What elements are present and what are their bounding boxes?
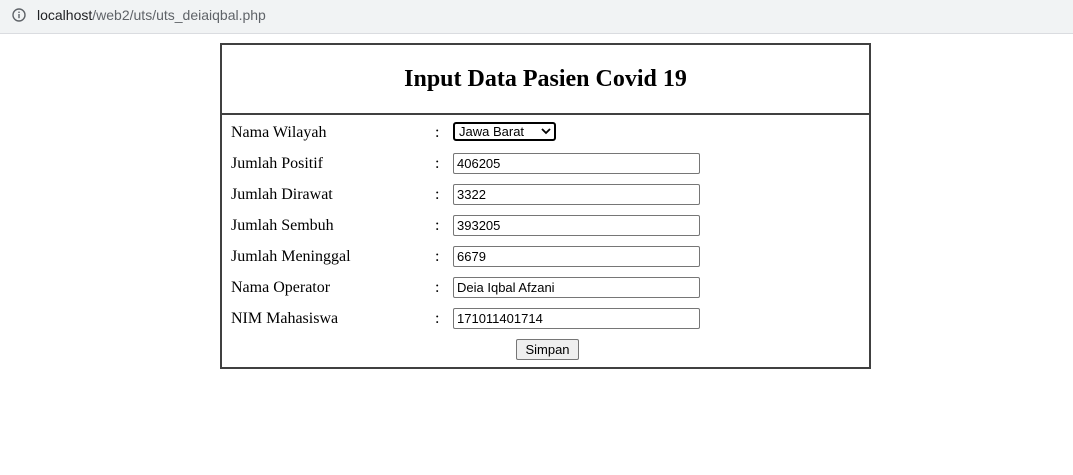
row-jumlah-positif: Jumlah Positif : (222, 152, 869, 176)
wilayah-select[interactable]: Jawa Barat (453, 122, 556, 141)
label-nama-operator: Nama Operator (231, 279, 331, 296)
colon-separator: : (435, 310, 440, 327)
nim-mahasiswa-input[interactable] (453, 308, 700, 329)
jumlah-meninggal-input[interactable] (453, 246, 700, 267)
label-jumlah-meninggal: Jumlah Meninggal (231, 248, 351, 265)
row-nama-operator: Nama Operator : (222, 276, 869, 300)
row-jumlah-sembuh: Jumlah Sembuh : (222, 214, 869, 238)
chevron-down-icon (541, 128, 551, 135)
colon-separator: : (435, 248, 440, 265)
nama-operator-input[interactable] (453, 277, 700, 298)
row-jumlah-meninggal: Jumlah Meninggal : (222, 245, 869, 269)
colon-separator: : (435, 155, 440, 172)
row-nama-wilayah: Nama Wilayah : Jawa Barat (222, 121, 869, 145)
patient-form: Input Data Pasien Covid 19 Nama Wilayah … (220, 43, 871, 369)
jumlah-dirawat-input[interactable] (453, 184, 700, 205)
jumlah-sembuh-input[interactable] (453, 215, 700, 236)
url-host: localhost (37, 7, 93, 23)
jumlah-positif-input[interactable] (453, 153, 700, 174)
colon-separator: : (435, 124, 440, 141)
colon-separator: : (435, 186, 440, 203)
label-jumlah-positif: Jumlah Positif (231, 155, 324, 172)
label-jumlah-dirawat: Jumlah Dirawat (231, 186, 333, 203)
label-jumlah-sembuh: Jumlah Sembuh (231, 217, 334, 234)
row-jumlah-dirawat: Jumlah Dirawat : (222, 183, 869, 207)
address-url[interactable]: localhost/web2/uts/uts_deiaiqbal.php (37, 7, 266, 23)
info-icon[interactable] (12, 8, 26, 22)
form-title: Input Data Pasien Covid 19 (404, 66, 687, 92)
wilayah-selected-value: Jawa Barat (459, 124, 525, 139)
colon-separator: : (435, 279, 440, 296)
simpan-button[interactable]: Simpan (516, 339, 579, 360)
colon-separator: : (435, 217, 440, 234)
url-path: /web2/uts/uts_deiaiqbal.php (92, 7, 266, 23)
label-nama-wilayah: Nama Wilayah (231, 124, 327, 141)
label-nim-mahasiswa: NIM Mahasiswa (231, 310, 339, 327)
form-header: Input Data Pasien Covid 19 (222, 45, 869, 115)
row-nim-mahasiswa: NIM Mahasiswa : (222, 307, 869, 331)
address-bar[interactable]: localhost/web2/uts/uts_deiaiqbal.php (0, 0, 1073, 34)
